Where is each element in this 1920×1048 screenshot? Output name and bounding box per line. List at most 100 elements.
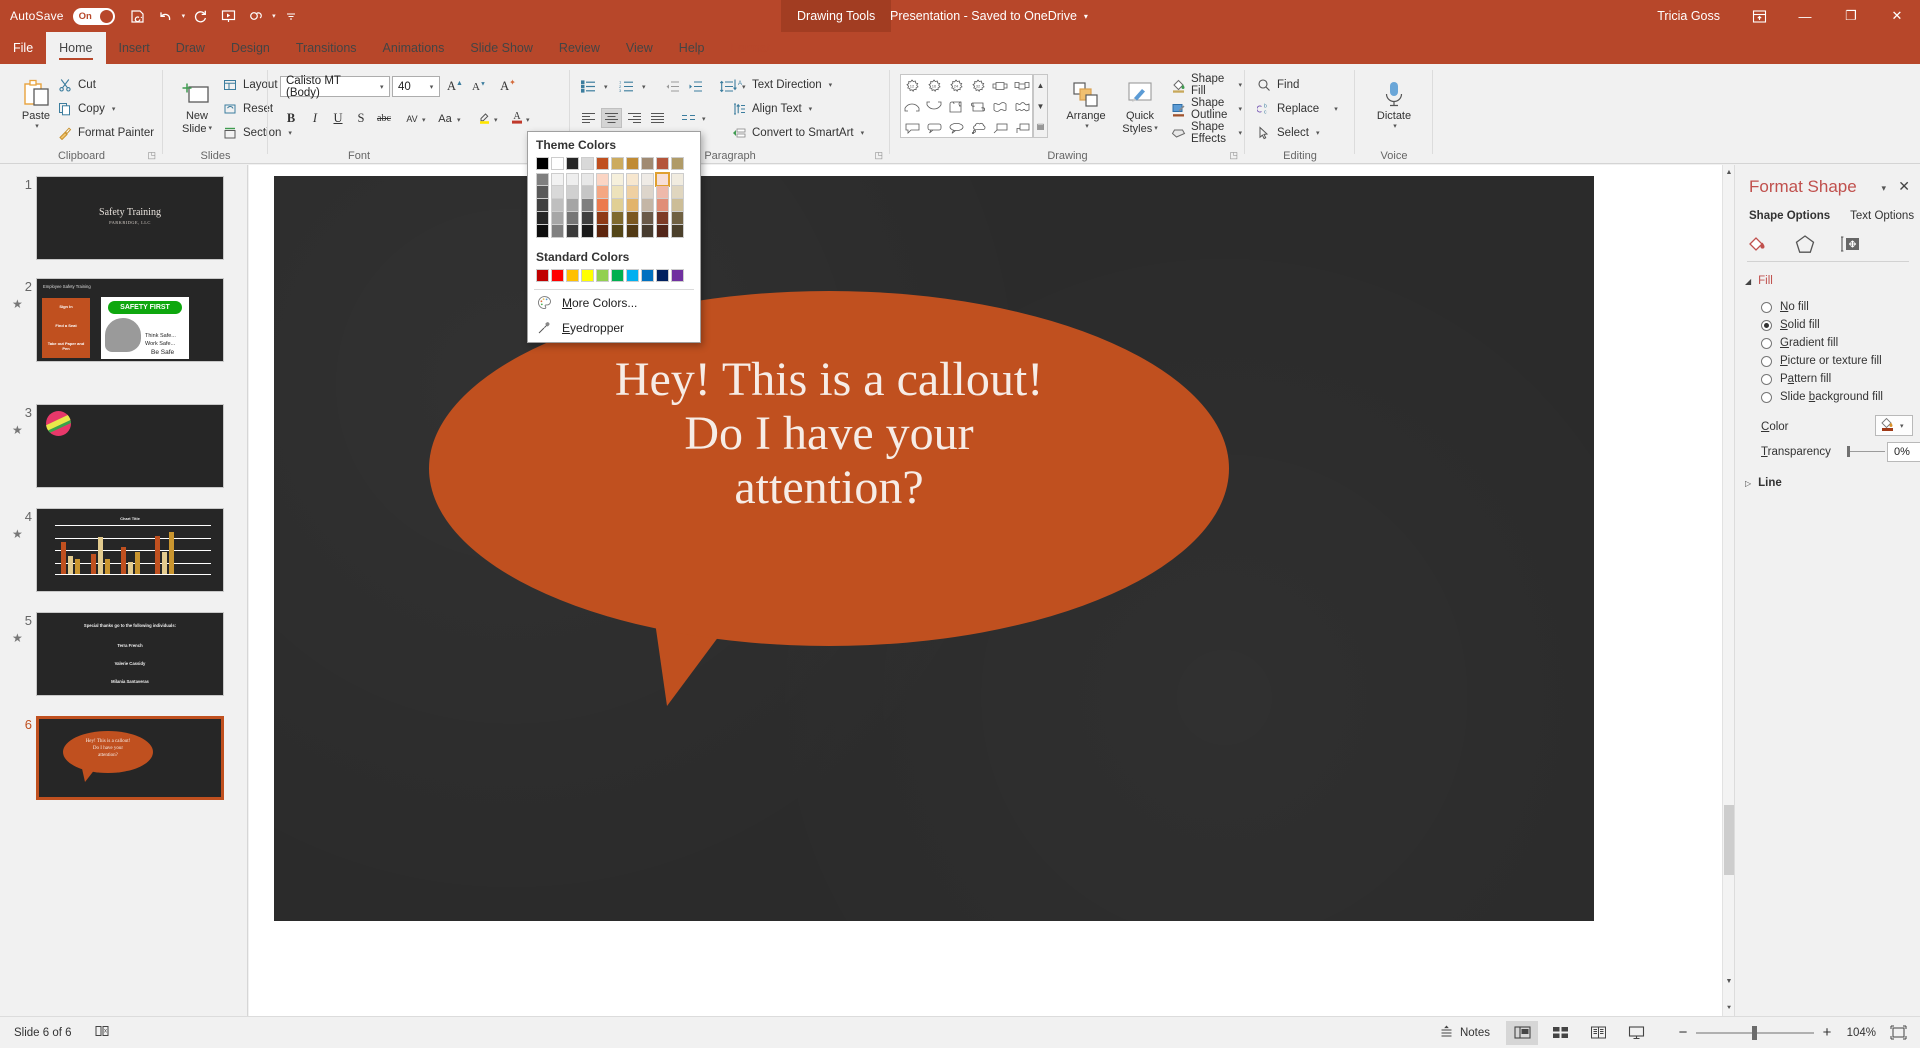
zoom-in-button[interactable]: + xyxy=(1820,1024,1834,1041)
format-shape-pane[interactable]: Format Shape ▾ ✕ Shape Options Text Opti… xyxy=(1734,165,1920,1016)
theme-variant-swatch-9-4[interactable] xyxy=(671,225,684,238)
standard-colors-row[interactable] xyxy=(536,269,692,282)
theme-color-swatch-5[interactable] xyxy=(611,157,624,170)
radio-solid-fill[interactable] xyxy=(1761,320,1772,331)
theme-variant-swatch-7-2[interactable] xyxy=(641,199,654,212)
shape-rounded-rectangular-callout[interactable] xyxy=(923,117,945,138)
slideshow-icon[interactable] xyxy=(1620,1021,1652,1045)
clipboard-dialog-launcher[interactable]: ◳ xyxy=(147,150,156,161)
option-pattern-fill[interactable]: Pattern fill xyxy=(1761,373,1831,385)
theme-base-row[interactable] xyxy=(536,157,692,170)
standard-color-swatch-6[interactable] xyxy=(626,269,639,282)
theme-variant-swatch-6-1[interactable] xyxy=(626,186,639,199)
theme-color-swatch-1[interactable] xyxy=(551,157,564,170)
theme-variant-swatch-8-3[interactable] xyxy=(656,212,669,225)
fill-and-line-icon[interactable] xyxy=(1747,233,1771,260)
slide-editing-area[interactable]: Hey! This is a callout! Do I have your a… xyxy=(249,165,1722,1016)
option-slide-background-fill[interactable]: Slide background fill xyxy=(1761,391,1883,403)
undo-icon[interactable] xyxy=(153,3,179,29)
theme-variant-swatch-6-3[interactable] xyxy=(626,212,639,225)
shape-ribbon-up[interactable] xyxy=(989,75,1011,96)
theme-color-swatch-6[interactable] xyxy=(626,157,639,170)
theme-variant-swatch-0-4[interactable] xyxy=(536,225,549,238)
bullets-caret[interactable]: ▾ xyxy=(604,83,608,91)
theme-variant-swatch-9-3[interactable] xyxy=(671,212,684,225)
standard-color-swatch-2[interactable] xyxy=(566,269,579,282)
theme-variant-swatch-0-3[interactable] xyxy=(536,212,549,225)
theme-color-swatch-2[interactable] xyxy=(566,157,579,170)
shape-ribbon-down[interactable] xyxy=(1011,75,1033,96)
convert-to-smartart-button[interactable]: Convert to SmartArt ▾ xyxy=(728,123,867,143)
shapes-gallery-scrollbar[interactable]: ▲ ▼ ▤ xyxy=(1033,74,1048,138)
arrange-button[interactable]: Arrange ▾ xyxy=(1058,76,1114,131)
align-right-button[interactable] xyxy=(624,108,645,128)
theme-variant-swatch-5-0[interactable] xyxy=(611,173,624,186)
find-button[interactable]: Find xyxy=(1253,75,1302,95)
touch-mode-icon[interactable] xyxy=(243,3,269,29)
quick-styles-button[interactable]: Quick Styles ▾ xyxy=(1112,76,1168,135)
radio-pattern-fill[interactable] xyxy=(1761,374,1772,385)
shape-curved-ribbon-down[interactable] xyxy=(923,96,945,117)
text-highlight-color-button[interactable] xyxy=(474,108,496,129)
theme-variant-swatch-6-4[interactable] xyxy=(626,225,639,238)
font-color-button[interactable]: A xyxy=(506,108,528,129)
theme-variant-swatch-0-0[interactable] xyxy=(536,173,549,186)
format-painter-button[interactable]: Format Painter xyxy=(54,123,157,143)
new-slide-dropdown-caret[interactable]: ▾ xyxy=(208,125,212,133)
normal-view-icon[interactable] xyxy=(1506,1021,1538,1045)
theme-color-swatch-9[interactable] xyxy=(671,157,684,170)
shape-outline-caret[interactable]: ▾ xyxy=(1238,105,1242,113)
autosave-toggle[interactable]: On xyxy=(73,8,115,25)
theme-variant-swatch-7-1[interactable] xyxy=(641,186,654,199)
tab-text-options[interactable]: Text Options xyxy=(1850,210,1914,222)
theme-variant-swatch-2-0[interactable] xyxy=(566,173,579,186)
shape-star-32[interactable]: 32 xyxy=(967,75,989,96)
option-solid-fill[interactable]: Solid fill xyxy=(1761,319,1820,331)
theme-color-swatch-4[interactable] xyxy=(596,157,609,170)
customize-quick-access-toolbar-icon[interactable] xyxy=(278,3,304,29)
radio-no-fill[interactable] xyxy=(1761,302,1772,313)
list-item[interactable]: 1 Safety Training PARKRIDGE, LLC xyxy=(0,173,248,263)
accessibility-checker-icon[interactable]: x xyxy=(94,1023,110,1042)
undo-dropdown-caret[interactable]: ▾ xyxy=(182,12,186,20)
select-caret[interactable]: ▾ xyxy=(1316,129,1320,137)
transparency-slider-handle[interactable] xyxy=(1847,446,1850,457)
list-item[interactable]: 6 Hey! This is a callout! Do I have your… xyxy=(0,713,248,803)
paragraph-dialog-launcher[interactable]: ◳ xyxy=(874,150,883,161)
slide-vertical-scrollbar[interactable]: ▲ ▼ ⯆ xyxy=(1722,165,1734,1016)
shape-horizontal-scroll[interactable] xyxy=(967,96,989,117)
italic-button[interactable]: I xyxy=(304,108,326,129)
theme-variant-swatch-1-3[interactable] xyxy=(551,212,564,225)
radio-slide-background-fill[interactable] xyxy=(1761,392,1772,403)
slide-sorter-icon[interactable] xyxy=(1544,1021,1576,1045)
select-button[interactable]: Select ▾ xyxy=(1253,123,1322,143)
slide-thumbnail-4[interactable]: Chart Title xyxy=(36,508,224,592)
shape-outline-button[interactable]: Shape Outline ▾ xyxy=(1168,99,1245,119)
size-and-properties-icon[interactable] xyxy=(1839,233,1863,260)
theme-variant-swatch-3-4[interactable] xyxy=(581,225,594,238)
theme-variant-swatch-7-0[interactable] xyxy=(641,173,654,186)
tab-help[interactable]: Help xyxy=(666,32,718,64)
shape-double-wave[interactable] xyxy=(1011,96,1033,117)
tab-insert[interactable]: Insert xyxy=(106,32,163,64)
highlight-color-caret[interactable]: ▾ xyxy=(494,116,498,124)
theme-variant-swatch-1-4[interactable] xyxy=(551,225,564,238)
font-name-caret[interactable]: ▾ xyxy=(375,83,389,91)
tab-slide-show[interactable]: Slide Show xyxy=(457,32,546,64)
transparency-value-input[interactable]: 0% ▲▼ xyxy=(1887,442,1920,462)
theme-variant-swatch-4-3[interactable] xyxy=(596,212,609,225)
list-item[interactable]: 2 ★ Employee Safety Training Sign In Fin… xyxy=(0,275,248,365)
replace-button[interactable]: bc Replace ▾ xyxy=(1253,99,1341,119)
increase-font-size-button[interactable]: A▲ xyxy=(444,76,466,97)
clear-all-formatting-button[interactable]: A✦ xyxy=(497,76,519,97)
theme-color-swatch-7[interactable] xyxy=(641,157,654,170)
new-slide-button[interactable]: New Slide ▾ xyxy=(169,76,225,135)
paste-dropdown-caret[interactable]: ▾ xyxy=(35,123,39,131)
restore-button[interactable]: ❐ xyxy=(1828,0,1874,32)
slide-thumbnail-3[interactable] xyxy=(36,404,224,488)
shape-vertical-scroll[interactable] xyxy=(945,96,967,117)
ribbon-display-options-icon[interactable] xyxy=(1736,0,1782,32)
theme-variant-swatch-8-2[interactable] xyxy=(656,199,669,212)
underline-button[interactable]: U xyxy=(327,108,349,129)
bold-button[interactable]: B xyxy=(280,108,302,129)
